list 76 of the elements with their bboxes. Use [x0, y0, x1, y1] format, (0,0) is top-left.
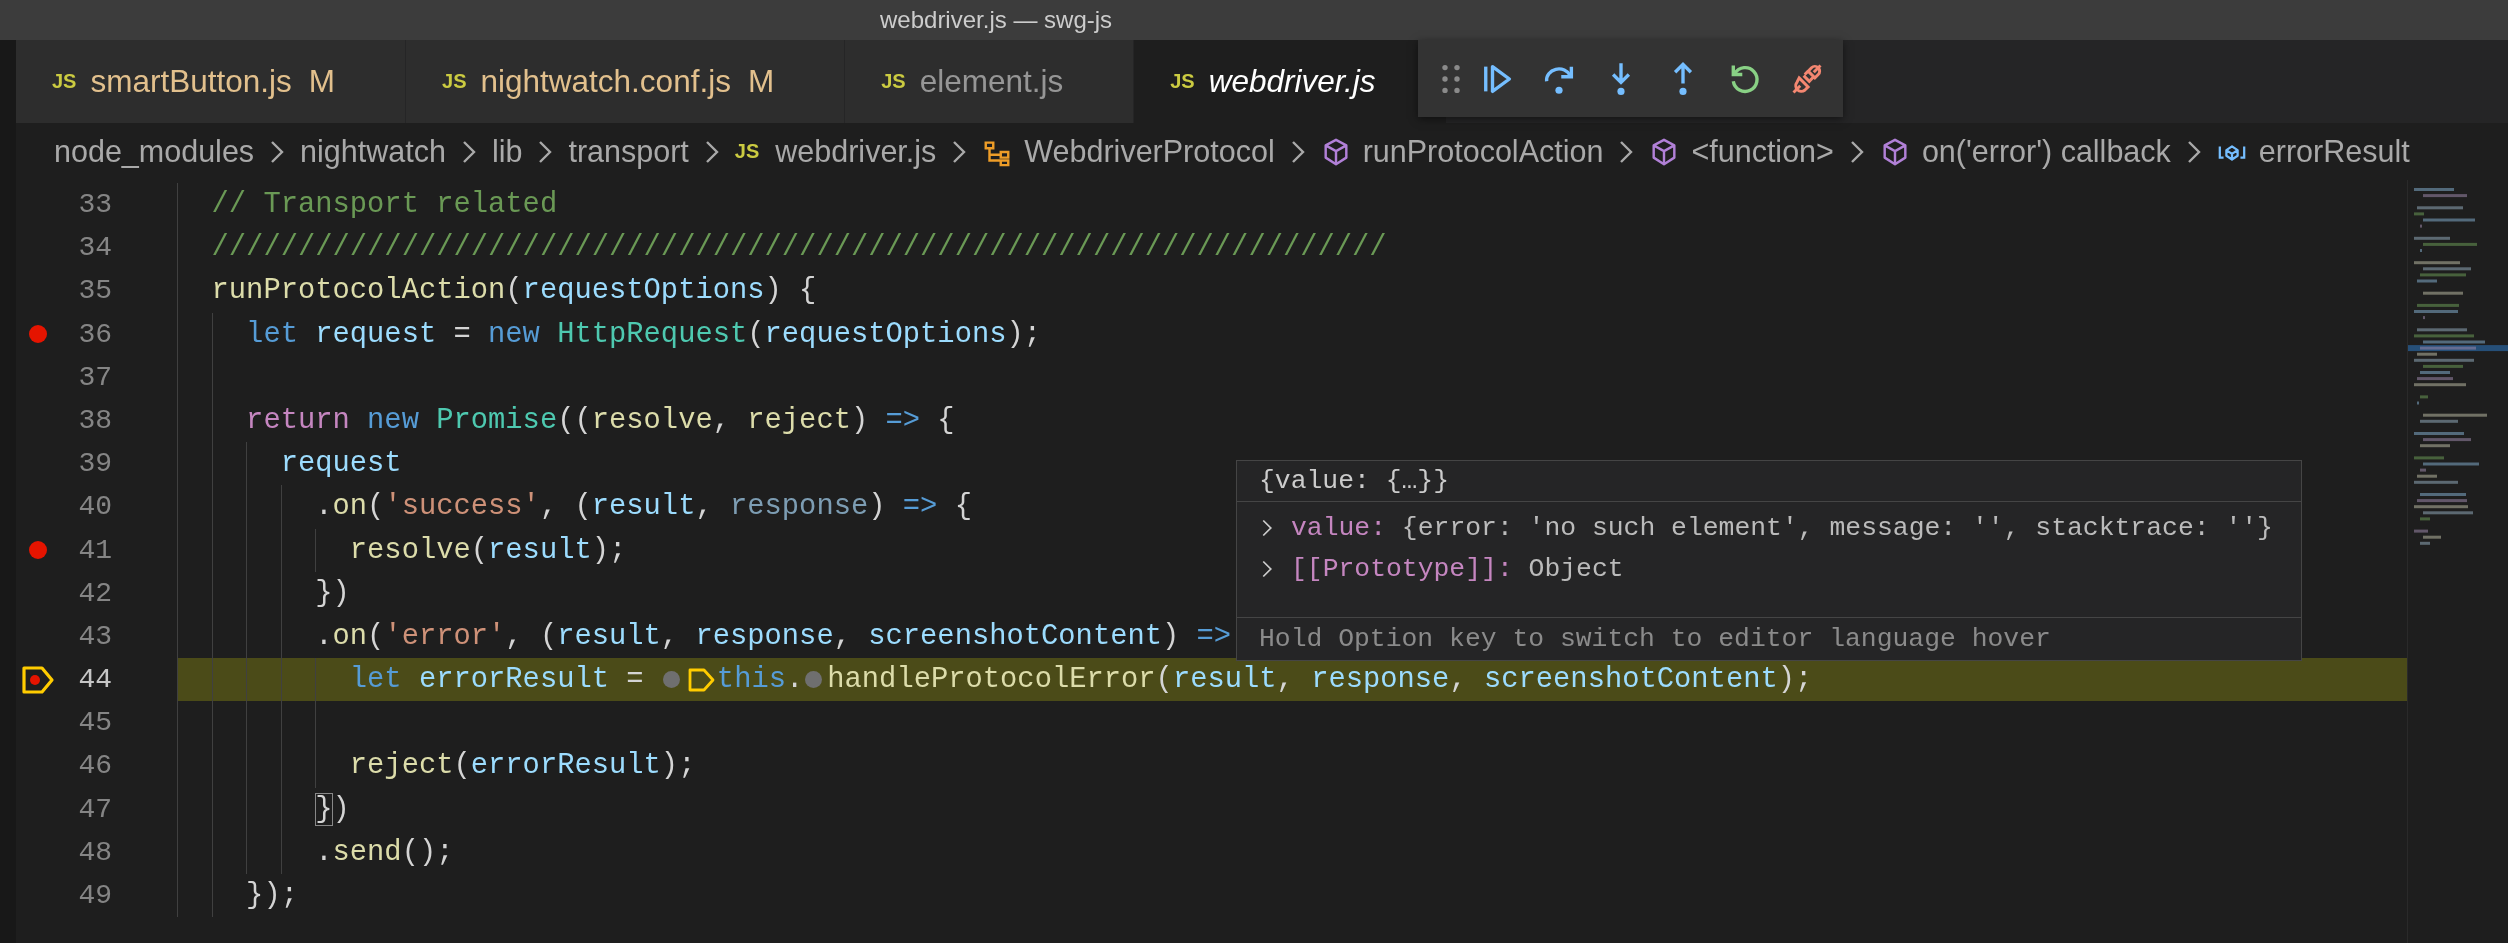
line-number: 46 — [77, 749, 112, 784]
code-line: reject(errorResult); — [349, 748, 696, 785]
code-line: handleProtocolError(result, response, screenshotContent); — [827, 662, 1813, 699]
breakpoint-icon[interactable] — [28, 540, 48, 561]
line-number: 48 — [77, 835, 112, 870]
chevron-icon — [704, 139, 719, 164]
breadcrumb-item[interactable]: <function> — [1649, 134, 1834, 169]
chevron-icon — [1290, 139, 1305, 164]
code-line: request — [280, 446, 402, 483]
hover-hint: Hold Option key to switch to editor language hover — [1258, 623, 2052, 656]
drag-handle-icon[interactable] — [1442, 63, 1460, 94]
breadcrumb-item[interactable]: WebdriverProtocol — [982, 134, 1275, 169]
chevron-icon — [461, 139, 476, 164]
line-number: 36 — [77, 317, 112, 352]
breadcrumb-item[interactable]: errorResult — [2216, 134, 2410, 169]
code-line: .on('error', (result, response, screenshotContent) => — [315, 618, 1232, 655]
breadcrumb-item[interactable]: transport — [568, 134, 689, 169]
variable-name: [[Prototype]]: — [1291, 553, 1513, 584]
line-number: 45 — [77, 706, 112, 741]
line-number: 40 — [77, 490, 112, 525]
chevron-icon — [1619, 139, 1634, 164]
line-number: 47 — [77, 792, 112, 827]
breadcrumb-item[interactable]: node_modules — [54, 134, 255, 169]
code-line: }) — [315, 791, 350, 828]
tab[interactable]: JS element.js — [845, 40, 1135, 123]
chevron-icon — [270, 139, 285, 164]
hover-title: {value: {…}} — [1237, 461, 2301, 502]
line-number: 39 — [77, 447, 112, 482]
breadcrumb-item[interactable]: runProtocolAction — [1320, 134, 1604, 169]
line-number: 35 — [77, 274, 112, 309]
tab[interactable]: JS smartButton.js M — [16, 40, 407, 123]
line-number: 33 — [77, 188, 112, 222]
code-line: let request = new HttpRequest(requestOptions); — [246, 316, 1042, 353]
breadcrumb-item[interactable]: on('error') callback — [1879, 134, 2171, 169]
chevron-icon — [1849, 139, 1864, 164]
modified-indicator: M — [747, 63, 775, 100]
line-number: 37 — [77, 360, 112, 395]
file-type-icon: JS — [881, 70, 906, 93]
line-number: 42 — [77, 576, 112, 611]
line-number: 43 — [77, 619, 112, 654]
file-type-icon: JS — [52, 70, 77, 93]
file-type-icon: JS — [442, 70, 467, 93]
chevron-icon — [952, 139, 967, 164]
code-line: .send(); — [315, 834, 454, 871]
file-type-icon: JS — [734, 140, 760, 163]
code-line: }); — [246, 878, 298, 914]
current-breakpoint-icon[interactable] — [21, 664, 55, 695]
code-line: return new Promise((resolve, reject) => { — [246, 402, 955, 439]
breadcrumb-item[interactable]: JS webdriver.js — [734, 134, 937, 169]
code-line: }) — [315, 575, 350, 612]
chevron-icon — [2186, 139, 2201, 164]
line-number: 38 — [77, 403, 112, 438]
code-line: .on('success', (result, response) => { — [315, 489, 972, 526]
breadcrumb-item[interactable]: nightwatch — [300, 134, 446, 169]
modified-indicator: M — [308, 63, 336, 100]
variable-value: Object — [1527, 553, 1624, 584]
breakpoint-icon[interactable] — [28, 324, 48, 345]
line-number: 34 — [77, 231, 112, 266]
code-line: this. — [716, 662, 804, 699]
chevron-icon — [538, 139, 553, 164]
code-line: // Transport related — [211, 187, 558, 223]
variable-value: {error: 'no such element', message: '', stacktrace: ''} — [1400, 512, 2273, 543]
tab[interactable]: JS nightwatch.conf.js M — [406, 40, 846, 123]
code-line: let errorResult = — [349, 662, 645, 699]
line-number: 41 — [77, 533, 112, 568]
tab[interactable]: JS webdriver.js — [1134, 40, 1447, 123]
breadcrumb-item[interactable]: lib — [491, 134, 523, 169]
file-type-icon: JS — [1170, 70, 1195, 93]
window-title: webdriver.js — swg-js — [880, 5, 1113, 35]
code-line: runProtocolAction(requestOptions) { — [211, 273, 817, 310]
variable-name: value: — [1291, 512, 1387, 543]
current-frame-icon — [686, 666, 715, 693]
code-line: resolve(result); — [349, 532, 627, 569]
code-line: //////////////////////////////////////////////////////////////////// — [211, 230, 1387, 267]
line-number: 44 — [77, 663, 112, 698]
line-number: 49 — [77, 879, 112, 913]
